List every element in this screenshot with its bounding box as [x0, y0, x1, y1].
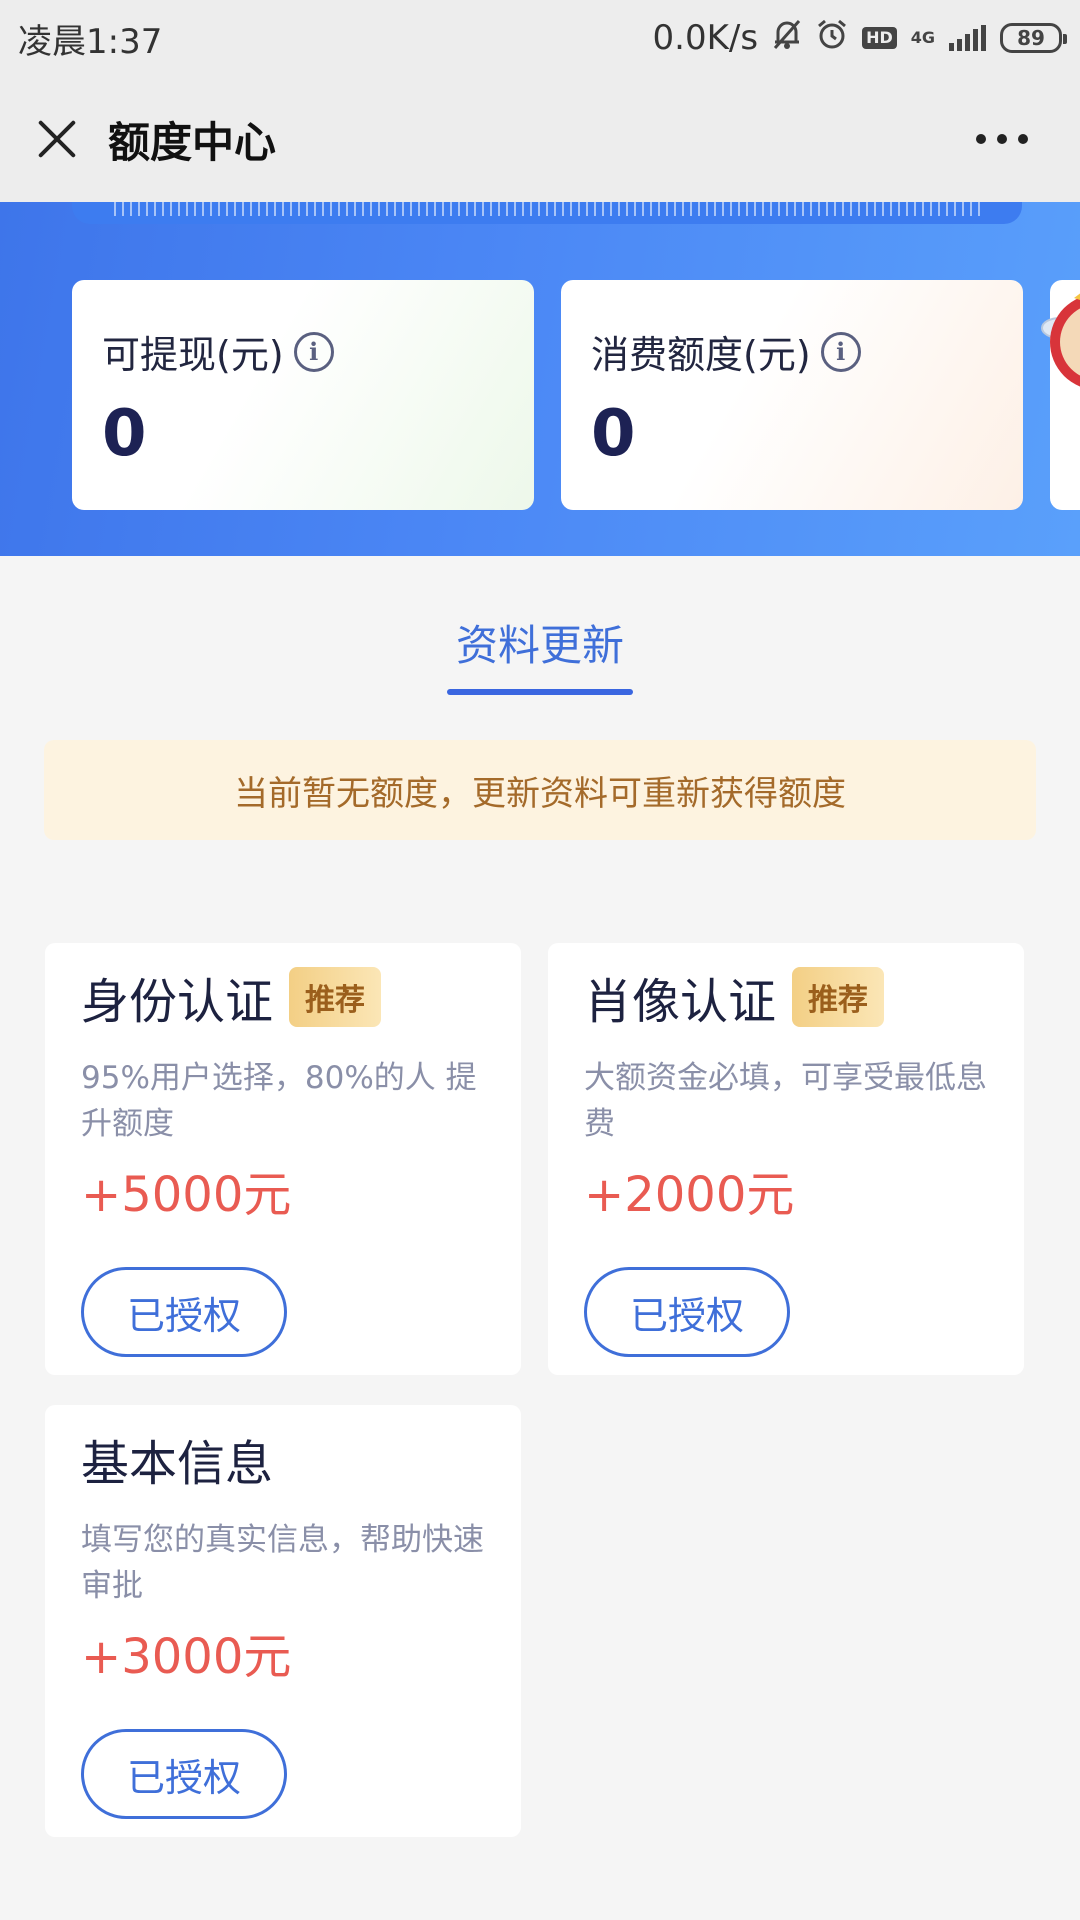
authorized-button[interactable]: 已授权	[81, 1267, 287, 1357]
authorized-button[interactable]: 已授权	[584, 1267, 790, 1357]
info-icon[interactable]: i	[820, 331, 861, 372]
card-bonus: +5000元	[81, 1167, 292, 1223]
close-icon[interactable]	[28, 110, 86, 168]
withdrawable-value: 0	[102, 397, 147, 471]
network-type: 4G	[910, 28, 935, 47]
recommend-badge: 推荐	[792, 967, 885, 1027]
withdrawable-label: 可提现(元)	[102, 333, 284, 377]
status-time: 凌晨1:37	[18, 21, 163, 62]
mascot-image	[1012, 258, 1080, 408]
bell-muted-icon	[772, 18, 802, 58]
card-description: 大额资金必填，可享受最低息费	[584, 1060, 987, 1142]
page-title: 额度中心	[108, 117, 277, 167]
card-title: 身份认证	[81, 974, 274, 1030]
nav-bar: 额度中心	[0, 76, 1080, 202]
recommend-badge: 推荐	[289, 967, 382, 1027]
more-options-icon[interactable]	[976, 134, 1028, 144]
consumption-limit-label: 消费额度(元)	[591, 333, 811, 377]
tab-underline	[447, 689, 633, 695]
withdrawable-card: 可提现(元) i 0	[72, 280, 534, 510]
status-bar: 凌晨1:37 0.0K/s HD 4G 89	[0, 0, 1080, 76]
battery-icon: 89	[1000, 23, 1067, 53]
status-icons: 0.0K/s HD 4G 89	[652, 18, 1067, 58]
portrait-auth-card: 肖像认证 推荐 大额资金必填，可享受最低息费 +2000元 已授权	[548, 943, 1024, 1375]
card-bonus: +3000元	[81, 1629, 292, 1685]
card-description: 95%用户选择，80%的人 提升额度	[81, 1060, 477, 1142]
basic-info-card: 基本信息 填写您的真实信息，帮助快速审批 +3000元 已授权	[45, 1405, 521, 1837]
tab-bar: 资料更新	[0, 556, 1080, 696]
info-icon[interactable]: i	[293, 331, 334, 372]
balance-banner: 可提现(元) i 0 消费额度(元) i 0	[0, 202, 1080, 556]
signal-icon	[949, 25, 986, 51]
authorized-button[interactable]: 已授权	[81, 1729, 287, 1819]
network-speed: 0.0K/s	[652, 18, 759, 58]
card-title: 肖像认证	[584, 974, 777, 1030]
alarm-icon	[816, 18, 848, 58]
consumption-limit-value: 0	[591, 397, 636, 471]
identity-auth-card: 身份认证 推荐 95%用户选择，80%的人 提升额度 +5000元 已授权	[45, 943, 521, 1375]
ruler-decoration	[72, 202, 1022, 224]
consumption-limit-card: 消费额度(元) i 0	[561, 280, 1023, 510]
card-title: 基本信息	[81, 1436, 274, 1492]
card-description: 填写您的真实信息，帮助快速审批	[81, 1522, 484, 1604]
card-bonus: +2000元	[584, 1167, 795, 1223]
notice-banner: 当前暂无额度，更新资料可重新获得额度	[44, 740, 1036, 840]
tab-profile-update[interactable]: 资料更新	[447, 612, 633, 673]
hd-icon: HD	[862, 27, 897, 49]
